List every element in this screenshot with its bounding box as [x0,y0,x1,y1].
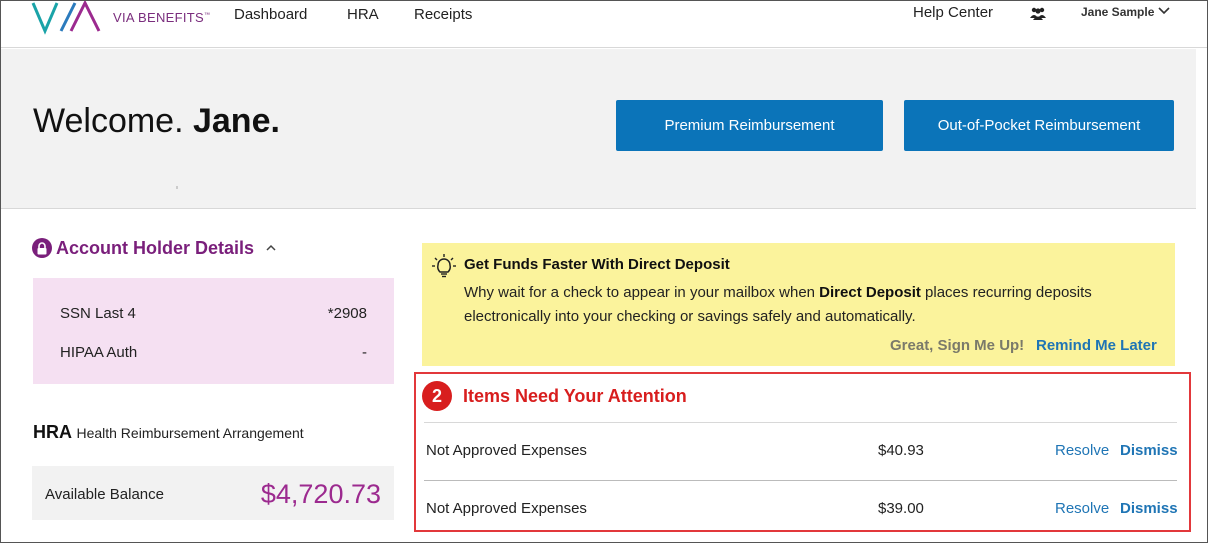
sign-me-up-link[interactable]: Great, Sign Me Up! [890,337,1024,354]
resolve-link[interactable]: Resolve [1055,500,1109,517]
top-nav-bar: VIA BENEFITS™ Dashboard HRA Receipts Hel… [1,1,1207,48]
ssn-row: SSN Last 4 *2908 [60,305,367,322]
hra-full-name: Health Reimbursement Arrangement [76,425,304,441]
divider-mark [176,186,178,189]
people-icon[interactable] [1030,6,1046,20]
via-logo-mark-icon [31,1,101,35]
account-details-panel: SSN Last 4 *2908 HIPAA Auth - [33,278,394,384]
dismiss-link[interactable]: Dismiss [1120,442,1178,459]
divider [424,480,1177,481]
attention-item-amount: $39.00 [878,500,924,517]
hipaa-value: - [362,344,367,361]
divider [424,422,1177,423]
brand-name: VIA BENEFITS™ [113,10,211,25]
hra-heading: HRA Health Reimbursement Arrangement [33,422,304,443]
available-balance-value: $4,720.73 [260,479,381,509]
account-holder-title: Account Holder Details [56,237,255,258]
nav-hra[interactable]: HRA [347,6,379,23]
ssn-value: *2908 [327,305,367,322]
available-balance-card: Available Balance $4,720.73 [32,466,394,520]
help-center-link[interactable]: Help Center [913,4,993,21]
attention-item: Not Approved Expenses $39.00 Resolve Dis… [426,500,1178,520]
nav-receipts[interactable]: Receipts [414,6,472,23]
welcome-hero: Welcome. Jane. Premium Reimbursement Out… [1,49,1196,209]
direct-deposit-body: Why wait for a check to appear in your m… [464,284,1092,325]
dismiss-link[interactable]: Dismiss [1120,500,1178,517]
ssn-label: SSN Last 4 [60,305,136,322]
chevron-down-icon[interactable] [1158,6,1170,16]
direct-deposit-banner: Get Funds Faster With Direct Deposit Why… [422,243,1175,366]
hipaa-row: HIPAA Auth - [60,344,367,361]
user-menu-name[interactable]: Jane Sample [1081,5,1154,19]
account-holder-toggle[interactable]: Account Holder Details [32,237,276,259]
welcome-heading: Welcome. Jane. [33,102,280,140]
attention-item: Not Approved Expenses $40.93 Resolve Dis… [426,442,1178,462]
attention-title: Items Need Your Attention [463,386,687,406]
direct-deposit-title: Get Funds Faster With Direct Deposit [464,256,730,273]
lightbulb-icon [432,254,456,278]
attention-panel: 2 Items Need Your Attention Not Approved… [414,372,1191,532]
lock-icon [32,238,52,258]
page-frame: VIA BENEFITS™ Dashboard HRA Receipts Hel… [0,0,1208,543]
attention-item-amount: $40.93 [878,442,924,459]
premium-reimbursement-button[interactable]: Premium Reimbursement [616,100,883,151]
via-benefits-logo[interactable]: VIA BENEFITS™ [31,1,210,35]
out-of-pocket-reimbursement-button[interactable]: Out-of-Pocket Reimbursement [904,100,1174,151]
attention-item-desc: Not Approved Expenses [426,500,587,517]
chevron-up-icon[interactable] [266,244,276,252]
attention-count-badge: 2 [422,381,452,411]
nav-dashboard[interactable]: Dashboard [234,6,307,23]
resolve-link[interactable]: Resolve [1055,442,1109,459]
remind-me-later-link[interactable]: Remind Me Later [1036,337,1157,354]
hra-abbr: HRA [33,422,72,442]
hipaa-label: HIPAA Auth [60,344,138,361]
attention-item-desc: Not Approved Expenses [426,442,587,459]
available-balance-label: Available Balance [45,486,164,503]
